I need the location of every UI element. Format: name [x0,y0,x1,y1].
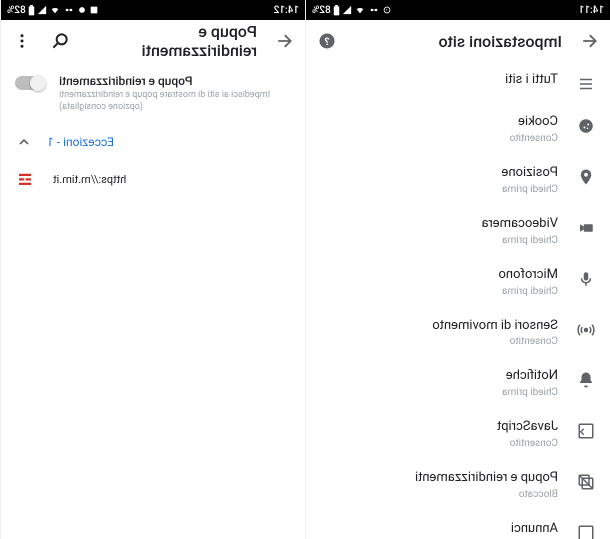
appbar: Popup e reindirizzamenti [1,20,305,62]
row-camera[interactable]: VideocameraChiedi prima [306,206,610,257]
row-sub: Consentito [320,132,558,145]
settings-list: Tutti i siti CookieConsentito PosizioneC… [306,62,610,539]
toggle-desc: Impedisci ai siti di mostrare popup e re… [59,90,291,113]
js-icon [576,421,596,441]
row-label: JavaScript [320,419,558,436]
popup-icon [576,472,596,492]
row-sub: Chiedi prima [320,234,558,247]
list-icon [576,74,596,94]
row-label: Annunci [320,521,558,538]
statusbar: 14:12 82% [1,0,305,20]
cookie-icon [576,116,596,136]
back-button[interactable] [273,30,295,52]
row-sub: Consentito [320,437,558,450]
toggle-label: Popup e reindirizzamenti [59,74,291,88]
row-notifications[interactable]: NotificheChiedi prima [306,358,610,409]
bell-icon [576,370,596,390]
ads-icon [576,523,596,539]
row-sub: Chiedi prima [320,285,558,298]
exception-item[interactable]: https://m.tim.it [1,159,305,199]
site-badge-icon [15,169,35,189]
camera-icon [576,218,596,238]
status-time: 14:12 [274,5,299,16]
row-label: Sensori di movimento [320,318,558,335]
motion-icon [576,320,596,340]
phone-right: 14:12 82% Popup e reindirizzamenti Popup… [0,0,305,539]
appbar: Impostazioni sito ? [306,20,610,62]
row-ads[interactable]: AnnunciBloccati su alcuni siti [306,511,610,539]
battery-icon [28,5,35,16]
row-sub: Chiedi prima [320,183,558,196]
wifi-icon [49,5,61,15]
status-time: 14:11 [579,5,604,16]
vpn-icon [63,5,75,15]
row-mic[interactable]: MicrofonoChiedi prima [306,257,610,308]
page-title: Popup e reindirizzamenti [87,22,257,60]
more-button[interactable] [11,30,33,52]
exceptions-label: Eccezioni - 1 [47,135,291,149]
exception-url: https://m.tim.it [53,173,291,186]
row-label: Videocamera [320,216,558,233]
row-javascript[interactable]: JavaScriptConsentito [306,409,610,460]
row-sub: Bloccato [320,488,558,501]
toggle-popup[interactable]: Popup e reindirizzamenti Impedisci ai si… [1,62,305,125]
signal-icon [342,5,352,15]
chevron-up-icon [15,133,33,151]
status-right: 82% [312,5,392,16]
svg-text:?: ? [324,35,329,48]
row-label: Notifiche [320,368,558,385]
phone-left: 14:11 82% Impostazioni sito ? Tutti i si… [305,0,610,539]
row-location[interactable]: PosizioneChiedi prima [306,155,610,206]
row-label: Posizione [320,165,558,182]
page-title: Impostazioni sito [354,32,562,51]
location-icon [576,167,596,187]
alarm-icon [382,5,392,15]
statusbar: 14:11 82% [306,0,610,20]
battery-icon [333,5,340,16]
row-all-sites[interactable]: Tutti i siti [306,62,610,104]
row-label: Cookie [320,114,558,131]
toggle-switch[interactable] [15,76,45,90]
search-button[interactable] [49,30,71,52]
alarm-icon [77,5,87,15]
row-label: Popup e reindirizzamenti [320,470,558,487]
row-popup[interactable]: Popup e reindirizzamentiBloccato [306,460,610,511]
exceptions-header[interactable]: Eccezioni - 1 [1,125,305,159]
row-sub: Chiedi prima [320,386,558,399]
screenshot-icon [89,5,99,15]
row-sub: Consentito [320,335,558,348]
wifi-icon [354,5,366,15]
vpn-icon [368,5,380,15]
battery-text: 82% [312,5,331,16]
mic-icon [576,269,596,289]
row-motion[interactable]: Sensori di movimentoConsentito [306,308,610,359]
help-button[interactable]: ? [316,30,338,52]
status-right: 82% [7,5,99,16]
battery-text: 82% [7,5,26,16]
row-label: Tutti i siti [320,72,558,89]
signal-icon [37,5,47,15]
row-label: Microfono [320,267,558,284]
detail-list: Popup e reindirizzamenti Impedisci ai si… [1,62,305,539]
row-cookie[interactable]: CookieConsentito [306,104,610,155]
back-button[interactable] [578,30,600,52]
